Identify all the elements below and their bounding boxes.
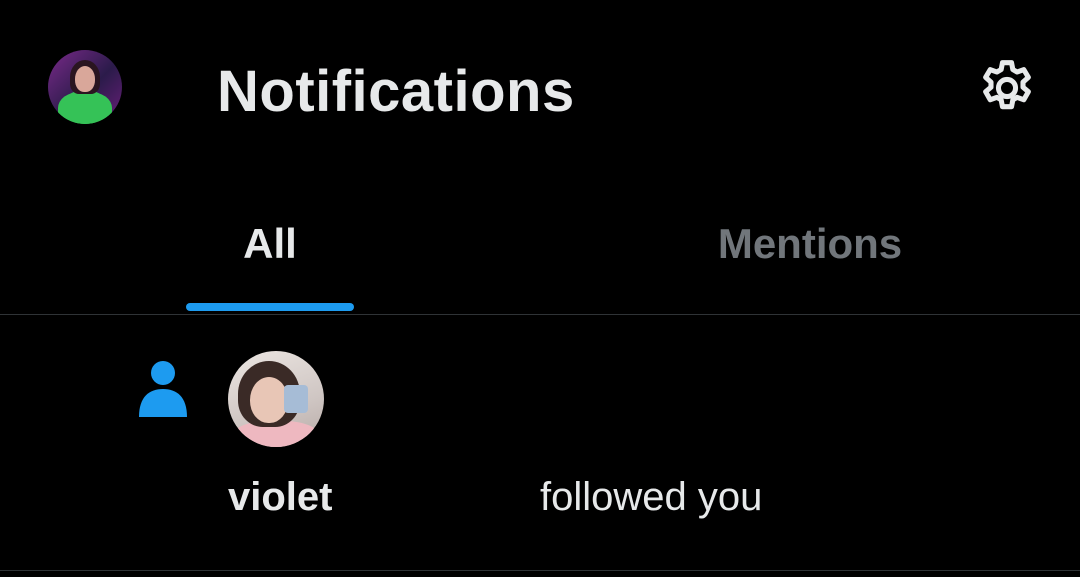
gear-icon	[983, 60, 1031, 110]
tab-bar: All Mentions	[0, 175, 1080, 315]
notification-item[interactable]: violet followed you	[0, 315, 1080, 570]
selected-tab-indicator	[186, 303, 354, 311]
user-avatar[interactable]	[228, 351, 324, 447]
page-title: Notifications	[217, 59, 575, 124]
tab-all-label: All	[243, 220, 297, 267]
notification-action: followed you	[540, 475, 763, 519]
settings-button[interactable]	[975, 56, 1039, 120]
tab-mentions[interactable]: Mentions	[540, 175, 1080, 315]
notification-text: violet followed you	[228, 475, 762, 520]
divider	[0, 570, 1080, 571]
person-icon	[139, 361, 187, 417]
username-link[interactable]: violet	[228, 475, 332, 519]
tab-mentions-label: Mentions	[717, 220, 903, 267]
top-bar: Notifications	[0, 0, 1080, 175]
profile-avatar[interactable]	[48, 50, 122, 124]
tab-all[interactable]: All	[0, 175, 540, 315]
